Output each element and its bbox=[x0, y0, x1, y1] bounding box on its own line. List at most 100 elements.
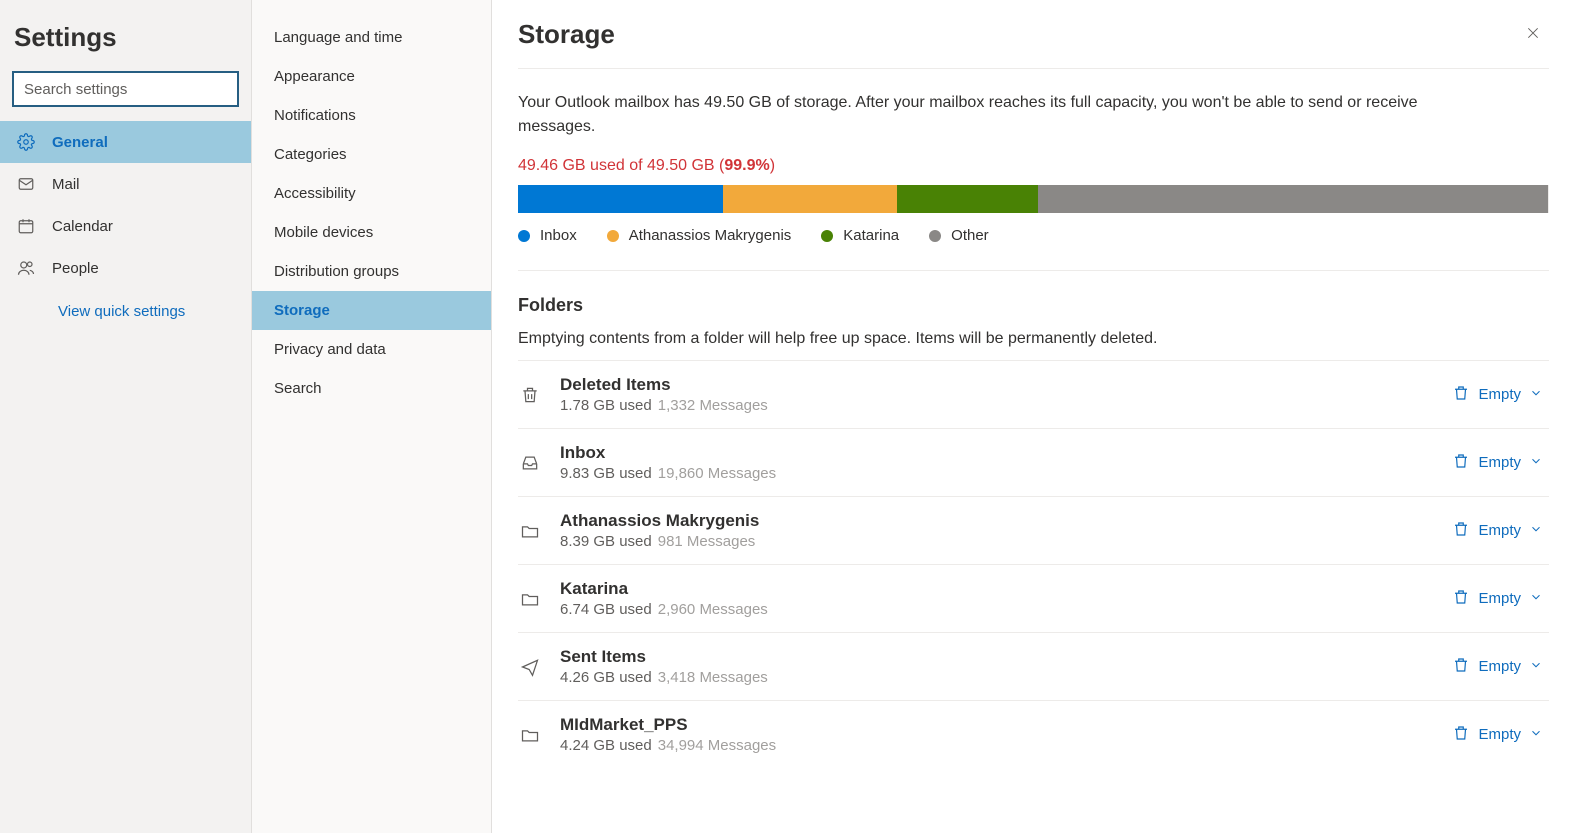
search-input[interactable] bbox=[12, 71, 239, 107]
folder-size: 1.78 GB used bbox=[560, 397, 652, 414]
subnav-item-accessibility[interactable]: Accessibility bbox=[252, 174, 491, 213]
subnav-item-search[interactable]: Search bbox=[252, 369, 491, 408]
trash-icon bbox=[1452, 588, 1470, 610]
legend-dot-icon bbox=[518, 230, 530, 242]
main-panel: Storage Your Outlook mailbox has 49.50 G… bbox=[492, 0, 1575, 833]
sidebar-item-label: General bbox=[52, 134, 108, 151]
secondary-sidebar: Language and timeAppearanceNotifications… bbox=[252, 0, 492, 833]
usage-percent: 99.9% bbox=[724, 157, 769, 174]
empty-label: Empty bbox=[1478, 386, 1521, 403]
subnav-item-appearance[interactable]: Appearance bbox=[252, 57, 491, 96]
folder-meta: 9.83 GB used 19,860 Messages bbox=[560, 465, 1428, 482]
folder-info: Deleted Items 1.78 GB used 1,332 Messages bbox=[560, 375, 1428, 414]
gear-icon bbox=[16, 132, 36, 152]
folder-info: Katarina 6.74 GB used2,960 Messages bbox=[560, 579, 1428, 618]
storage-legend: Inbox Athanassios Makrygenis Katarina Other bbox=[518, 227, 1549, 271]
folder-icon bbox=[518, 725, 542, 745]
legend-label: Athanassios Makrygenis bbox=[629, 227, 792, 244]
folder-messages: 3,418 Messages bbox=[658, 669, 768, 686]
empty-label: Empty bbox=[1478, 454, 1521, 471]
empty-label: Empty bbox=[1478, 726, 1521, 743]
empty-button[interactable]: Empty bbox=[1446, 380, 1549, 410]
folder-messages: 34,994 Messages bbox=[658, 737, 776, 754]
chevron-down-icon bbox=[1529, 590, 1543, 608]
sidebar-item-calendar[interactable]: Calendar bbox=[0, 205, 251, 247]
bar-segment-inbox bbox=[518, 185, 723, 213]
folder-info: MIdMarket_PPS 4.24 GB used 34,994 Messages bbox=[560, 715, 1428, 754]
subnav-item-mobile-devices[interactable]: Mobile devices bbox=[252, 213, 491, 252]
people-icon bbox=[16, 258, 36, 278]
sidebar-item-mail[interactable]: Mail bbox=[0, 163, 251, 205]
subnav-item-notifications[interactable]: Notifications bbox=[252, 96, 491, 135]
folder-info: Inbox9.83 GB used19,860 Messages bbox=[560, 443, 1428, 482]
chevron-down-icon bbox=[1529, 454, 1543, 472]
legend-label: Inbox bbox=[540, 227, 577, 244]
sidebar-item-label: People bbox=[52, 260, 99, 277]
folder-row: Athanassios Makrygenis 8.39 GB used 981 Me… bbox=[518, 496, 1549, 564]
view-quick-settings-link[interactable]: View quick settings bbox=[0, 289, 251, 320]
legend-dot-icon bbox=[821, 230, 833, 242]
trash-icon bbox=[1452, 520, 1470, 542]
folder-info: Sent Items4.26 GB used3,418 Messages bbox=[560, 647, 1428, 686]
legend-item-inbox: Inbox bbox=[518, 227, 577, 244]
folder-messages: 19,860 Messages bbox=[658, 465, 776, 482]
empty-label: Empty bbox=[1478, 522, 1521, 539]
bar-segment-katarina bbox=[897, 185, 1037, 213]
folder-size: 9.83 GB used bbox=[560, 465, 652, 482]
subnav-item-categories[interactable]: Categories bbox=[252, 135, 491, 174]
empty-button[interactable]: Empty bbox=[1446, 720, 1549, 750]
empty-label: Empty bbox=[1478, 658, 1521, 675]
folder-messages: 2,960 Messages bbox=[658, 601, 768, 618]
empty-button[interactable]: Empty bbox=[1446, 652, 1549, 682]
legend-label: Katarina bbox=[843, 227, 899, 244]
folder-name: Athanassios Makrygenis bbox=[560, 511, 1428, 531]
chevron-down-icon bbox=[1529, 726, 1543, 744]
folder-name: Katarina bbox=[560, 579, 1428, 599]
empty-button[interactable]: Empty bbox=[1446, 516, 1549, 546]
legend-item-other: Other bbox=[929, 227, 989, 244]
primary-nav: General Mail Calendar People bbox=[0, 121, 251, 289]
folder-name: Deleted Items bbox=[560, 375, 1428, 395]
subnav-item-distribution-groups[interactable]: Distribution groups bbox=[252, 252, 491, 291]
folder-meta: 8.39 GB used 981 Messages bbox=[560, 533, 1428, 550]
folder-info: Athanassios Makrygenis 8.39 GB used 981 Me… bbox=[560, 511, 1428, 550]
empty-label: Empty bbox=[1478, 590, 1521, 607]
folder-meta: 6.74 GB used2,960 Messages bbox=[560, 601, 1428, 618]
chevron-down-icon bbox=[1529, 522, 1543, 540]
usage-suffix: ) bbox=[770, 157, 775, 174]
folder-messages: 1,332 Messages bbox=[658, 397, 768, 414]
chevron-down-icon bbox=[1529, 658, 1543, 676]
mail-icon bbox=[16, 174, 36, 194]
folder-icon bbox=[518, 589, 542, 609]
folder-size: 8.39 GB used bbox=[560, 533, 652, 550]
bar-segment-athanassios-makrygenis bbox=[723, 185, 898, 213]
folder-list: Deleted Items 1.78 GB used 1,332 Messages E… bbox=[518, 360, 1549, 768]
empty-button[interactable]: Empty bbox=[1446, 448, 1549, 478]
subnav-item-language-and-time[interactable]: Language and time bbox=[252, 18, 491, 57]
close-button[interactable] bbox=[1517, 18, 1549, 50]
sidebar-item-general[interactable]: General bbox=[0, 121, 251, 163]
sidebar-item-label: Mail bbox=[52, 176, 80, 193]
folder-icon bbox=[518, 521, 542, 541]
folder-size: 4.24 GB used bbox=[560, 737, 652, 754]
folder-meta: 1.78 GB used 1,332 Messages bbox=[560, 397, 1428, 414]
folder-row: Katarina 6.74 GB used2,960 Messages Empty bbox=[518, 564, 1549, 632]
main-header: Storage bbox=[518, 18, 1549, 69]
legend-item-katarina: Katarina bbox=[821, 227, 899, 244]
sidebar-item-people[interactable]: People bbox=[0, 247, 251, 289]
legend-dot-icon bbox=[607, 230, 619, 242]
storage-description: Your Outlook mailbox has 49.50 GB of sto… bbox=[518, 91, 1478, 139]
secondary-nav: Language and timeAppearanceNotifications… bbox=[252, 0, 491, 408]
subnav-item-storage[interactable]: Storage bbox=[252, 291, 491, 330]
trash-icon bbox=[1452, 452, 1470, 474]
bar-segment-other bbox=[1038, 185, 1548, 213]
folder-messages: 981 Messages bbox=[658, 533, 756, 550]
calendar-icon bbox=[16, 216, 36, 236]
trash-icon bbox=[1452, 656, 1470, 678]
folder-name: MIdMarket_PPS bbox=[560, 715, 1428, 735]
empty-button[interactable]: Empty bbox=[1446, 584, 1549, 614]
folder-size: 4.26 GB used bbox=[560, 669, 652, 686]
close-icon bbox=[1525, 25, 1541, 44]
trash-icon bbox=[518, 385, 542, 405]
subnav-item-privacy-and-data[interactable]: Privacy and data bbox=[252, 330, 491, 369]
